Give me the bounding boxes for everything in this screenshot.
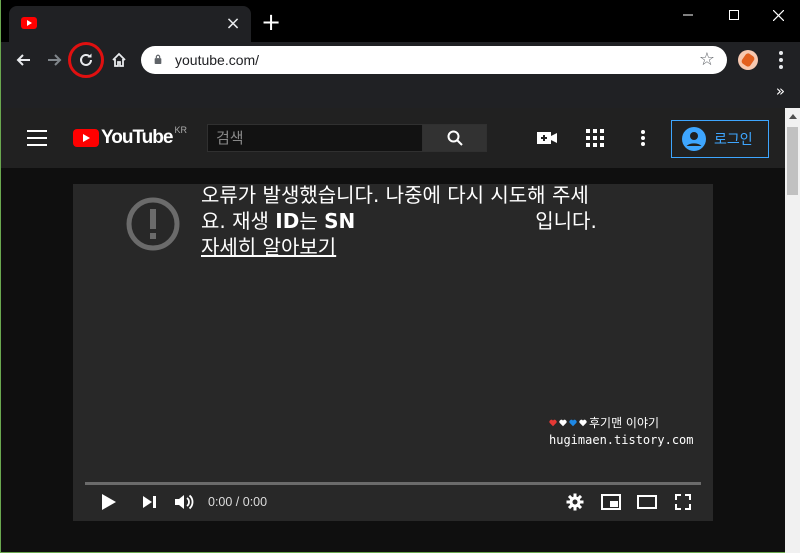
address-bar[interactable]: youtube.com/ ☆ xyxy=(141,46,727,74)
apps-grid-button[interactable] xyxy=(583,126,607,150)
maximize-button[interactable] xyxy=(711,0,757,30)
fullscreen-icon xyxy=(675,494,691,510)
arrow-right-icon xyxy=(48,54,62,66)
error-exclamation-icon xyxy=(126,197,180,251)
back-button[interactable] xyxy=(9,46,37,74)
signin-label: 로그인 xyxy=(714,132,753,148)
url-text: youtube.com/ xyxy=(175,52,260,68)
settings-button[interactable] xyxy=(563,490,587,514)
dot-icon xyxy=(779,65,783,69)
browser-window: × + youtube.com/ ☆ » YouTube KR 검색 로그인 오… xyxy=(0,0,800,553)
miniplayer-button[interactable] xyxy=(599,490,623,514)
skip-next-icon xyxy=(142,496,156,508)
progress-bar[interactable] xyxy=(85,482,701,485)
white-heart-icon xyxy=(579,419,587,426)
profile-avatar[interactable] xyxy=(738,50,758,70)
watermark-title: 후기맨 이야기 xyxy=(589,416,660,430)
youtube-logo-text: YouTube xyxy=(101,127,173,148)
miniplayer-icon xyxy=(601,494,621,510)
region-code: KR xyxy=(174,125,187,135)
triangle-up-icon xyxy=(788,114,797,119)
white-heart-icon xyxy=(559,419,567,426)
red-heart-icon xyxy=(549,419,557,426)
error-line-1: 오류가 발생했습니다. 나중에 다시 시도해 주세 xyxy=(201,184,589,207)
minimize-icon xyxy=(683,14,693,16)
watermark-url: hugimaen.tistory.com xyxy=(549,433,694,447)
tab-bar: × + xyxy=(1,0,800,42)
search-icon xyxy=(447,130,463,146)
new-tab-button[interactable]: + xyxy=(261,10,281,34)
create-video-button[interactable] xyxy=(535,126,559,150)
video-camera-plus-icon xyxy=(537,132,557,144)
tab-youtube[interactable]: × xyxy=(9,6,251,42)
blue-heart-icon xyxy=(569,419,577,426)
learn-more-link[interactable]: 자세히 알아보기 xyxy=(201,235,336,259)
forward-button[interactable] xyxy=(41,46,69,74)
reload-button[interactable] xyxy=(72,46,100,74)
video-player[interactable]: 오류가 발생했습니다. 나중에 다시 시도해 주세 요. 재생 ID는 SN 입니… xyxy=(73,184,713,521)
play-icon xyxy=(102,494,116,510)
close-window-button[interactable] xyxy=(755,0,800,30)
tab-close-button[interactable]: × xyxy=(223,14,243,34)
hamburger-menu-icon[interactable] xyxy=(27,130,47,146)
maximize-icon xyxy=(729,10,739,20)
browser-menu-button[interactable] xyxy=(771,46,791,74)
search-input[interactable] xyxy=(207,124,423,152)
scroll-up-button[interactable] xyxy=(785,108,800,125)
youtube-logo[interactable]: YouTube KR xyxy=(73,125,187,148)
volume-icon xyxy=(175,494,194,510)
apps-grid-icon xyxy=(586,129,604,147)
time-display: 0:00 / 0:00 xyxy=(208,495,268,509)
youtube-favicon-icon xyxy=(21,17,37,29)
youtube-header: YouTube KR 로그인 xyxy=(1,108,800,168)
error-id-label: ID xyxy=(275,209,300,233)
page-scrollbar[interactable] xyxy=(785,108,800,553)
bookmark-star-icon[interactable]: ☆ xyxy=(699,50,715,70)
signin-button[interactable]: 로그인 xyxy=(671,120,769,158)
youtube-play-logo-icon xyxy=(73,129,99,147)
search-button[interactable] xyxy=(422,124,487,152)
blog-watermark: 후기맨 이야기 hugimaen.tistory.com xyxy=(549,414,709,447)
error-line-2: 요. 재생 ID는 SN 입니다. xyxy=(201,209,597,233)
error-message: 오류가 발생했습니다. 나중에 다시 시도해 주세 요. 재생 ID는 SN 입니… xyxy=(201,184,671,260)
dot-icon xyxy=(779,58,783,62)
scrollbar-thumb[interactable] xyxy=(787,127,798,195)
arrow-left-icon xyxy=(16,54,30,66)
dot-icon xyxy=(779,51,783,55)
play-button[interactable] xyxy=(99,490,119,514)
more-vertical-icon xyxy=(641,130,645,146)
bookmarks-bar: » xyxy=(1,78,800,108)
home-icon xyxy=(112,52,126,67)
gear-icon xyxy=(566,493,584,511)
theater-mode-icon xyxy=(637,495,657,509)
next-button[interactable] xyxy=(139,490,159,514)
error-id-value: SN xyxy=(324,209,356,233)
account-circle-icon xyxy=(682,127,706,151)
settings-more-button[interactable] xyxy=(631,126,655,150)
theater-mode-button[interactable] xyxy=(635,490,659,514)
mute-button[interactable] xyxy=(173,490,197,514)
close-icon xyxy=(772,9,784,21)
browser-toolbar: youtube.com/ ☆ xyxy=(1,42,800,78)
home-button[interactable] xyxy=(105,46,133,74)
bookmarks-overflow-button[interactable]: » xyxy=(776,82,785,100)
minimize-button[interactable] xyxy=(665,0,711,30)
fullscreen-button[interactable] xyxy=(671,490,695,514)
lock-icon xyxy=(154,54,162,64)
reload-icon xyxy=(80,53,92,66)
